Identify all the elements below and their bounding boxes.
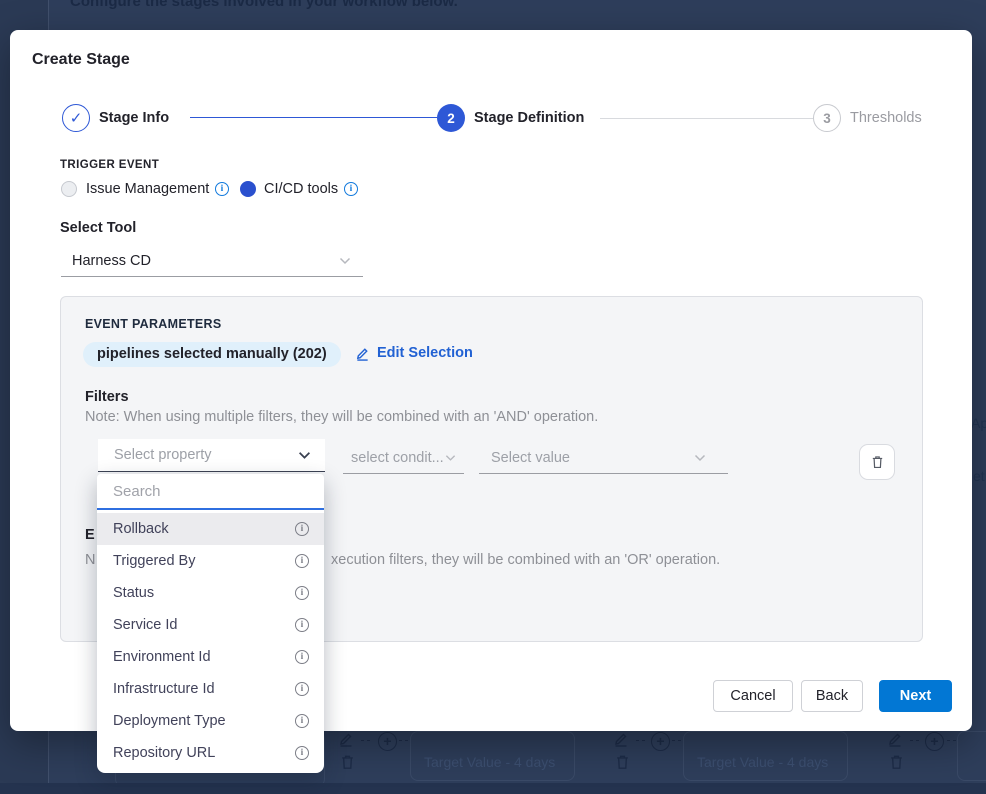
step-3-number: 3 bbox=[823, 111, 831, 126]
info-icon[interactable]: i bbox=[295, 586, 309, 600]
edit-icon bbox=[355, 346, 370, 361]
edit-icon bbox=[887, 731, 903, 747]
stepper-connector bbox=[600, 118, 813, 119]
dropdown-search bbox=[97, 474, 324, 510]
info-icon[interactable]: i bbox=[295, 650, 309, 664]
step-3-circle[interactable]: 3 bbox=[813, 104, 841, 132]
edit-icon bbox=[613, 731, 629, 747]
stepper-connector bbox=[190, 117, 437, 118]
step-2-label[interactable]: Stage Definition bbox=[474, 110, 584, 126]
step-3-label[interactable]: Thresholds bbox=[850, 110, 922, 126]
remove-filter-button[interactable] bbox=[859, 444, 895, 480]
next-button[interactable]: Next bbox=[879, 680, 952, 712]
info-icon[interactable]: i bbox=[295, 714, 309, 728]
edit-selection-link[interactable]: Edit Selection bbox=[355, 345, 473, 361]
tool-select-value: Harness CD bbox=[72, 253, 339, 269]
back-button[interactable]: Back bbox=[801, 680, 863, 712]
cancel-button[interactable]: Cancel bbox=[713, 680, 793, 712]
info-icon[interactable]: i bbox=[295, 618, 309, 632]
dropdown-item-rollback[interactable]: Rollback i bbox=[97, 513, 324, 545]
modal-title: Create Stage bbox=[32, 51, 130, 69]
info-icon[interactable]: i bbox=[215, 182, 229, 196]
radio-cicd-tools-label[interactable]: CI/CD tools bbox=[264, 181, 338, 197]
background-card bbox=[957, 731, 986, 781]
execution-note-fragment: xecution filters, they will be combined … bbox=[331, 552, 720, 568]
dropdown-item-repository-url[interactable]: Repository URL i bbox=[97, 737, 324, 769]
edit-selection-label: Edit Selection bbox=[377, 345, 473, 361]
tool-select[interactable]: Harness CD bbox=[61, 246, 363, 277]
filters-heading: Filters bbox=[85, 389, 129, 405]
trash-icon bbox=[614, 753, 631, 771]
property-dropdown: Rollback i Triggered By i Status i Servi… bbox=[97, 474, 324, 773]
info-icon[interactable]: i bbox=[295, 746, 309, 760]
execution-note-fragment: N bbox=[85, 552, 95, 568]
dropdown-item-environment-id[interactable]: Environment Id i bbox=[97, 641, 324, 673]
trigger-event-label: TRIGGER EVENT bbox=[60, 159, 159, 171]
add-stage-icon: + bbox=[925, 732, 944, 751]
property-select[interactable]: Select property bbox=[98, 439, 325, 472]
info-icon[interactable]: i bbox=[344, 182, 358, 196]
add-stage-icon: + bbox=[378, 732, 397, 751]
chevron-down-icon bbox=[298, 451, 311, 460]
chevron-down-icon bbox=[694, 454, 706, 462]
trash-icon bbox=[888, 753, 905, 771]
property-select-placeholder: Select property bbox=[114, 447, 298, 463]
check-icon: ✓ bbox=[70, 109, 83, 127]
execution-filters-heading-fragment: E bbox=[85, 527, 95, 543]
connector-dash bbox=[672, 740, 681, 741]
connector-dash bbox=[636, 740, 645, 741]
dropdown-item-triggered-by[interactable]: Triggered By i bbox=[97, 545, 324, 577]
step-1-circle[interactable]: ✓ bbox=[62, 104, 90, 132]
connector-dash bbox=[910, 740, 919, 741]
edit-icon bbox=[338, 731, 354, 747]
info-icon[interactable]: i bbox=[295, 554, 309, 568]
background-card-label: Target Value - 4 days bbox=[424, 754, 555, 770]
value-select[interactable]: Select value bbox=[479, 443, 728, 474]
background-subtitle: Configure the stages involved in your wo… bbox=[70, 0, 458, 10]
add-stage-icon: + bbox=[651, 732, 670, 751]
connector-dash bbox=[361, 740, 370, 741]
dropdown-list: Rollback i Triggered By i Status i Servi… bbox=[97, 510, 324, 769]
event-parameters-heading: EVENT PARAMETERS bbox=[85, 317, 222, 331]
connector-dash bbox=[399, 740, 408, 741]
radio-issue-management-label[interactable]: Issue Management bbox=[86, 181, 209, 197]
chevron-down-icon bbox=[445, 454, 456, 462]
dropdown-item-deployment-type[interactable]: Deployment Type i bbox=[97, 705, 324, 737]
info-icon[interactable]: i bbox=[295, 682, 309, 696]
select-tool-label: Select Tool bbox=[60, 220, 136, 236]
step-2-circle[interactable]: 2 bbox=[437, 104, 465, 132]
dropdown-item-status[interactable]: Status i bbox=[97, 577, 324, 609]
filters-note: Note: When using multiple filters, they … bbox=[85, 409, 598, 425]
radio-cicd-tools[interactable] bbox=[240, 181, 256, 197]
trash-icon bbox=[870, 454, 885, 470]
dropdown-item-infrastructure-id[interactable]: Infrastructure Id i bbox=[97, 673, 324, 705]
trash-icon bbox=[339, 753, 356, 771]
chevron-down-icon bbox=[339, 257, 351, 265]
background-card-label: Target Value - 4 days bbox=[697, 754, 828, 770]
search-input[interactable] bbox=[97, 483, 324, 500]
step-2-number: 2 bbox=[447, 111, 455, 126]
pipelines-selected-pill: pipelines selected manually (202) bbox=[83, 342, 341, 367]
info-icon[interactable]: i bbox=[295, 522, 309, 536]
condition-select[interactable]: select condit... bbox=[343, 443, 464, 474]
connector-dash bbox=[947, 740, 956, 741]
background-fragment: et bbox=[973, 468, 985, 484]
step-1-label[interactable]: Stage Info bbox=[99, 110, 169, 126]
condition-select-placeholder: select condit... bbox=[351, 450, 445, 466]
background-footer-strip bbox=[0, 783, 986, 794]
dropdown-item-service-id[interactable]: Service Id i bbox=[97, 609, 324, 641]
background-fragment: Ap bbox=[971, 415, 986, 431]
value-select-placeholder: Select value bbox=[491, 450, 694, 466]
radio-issue-management[interactable] bbox=[61, 181, 77, 197]
